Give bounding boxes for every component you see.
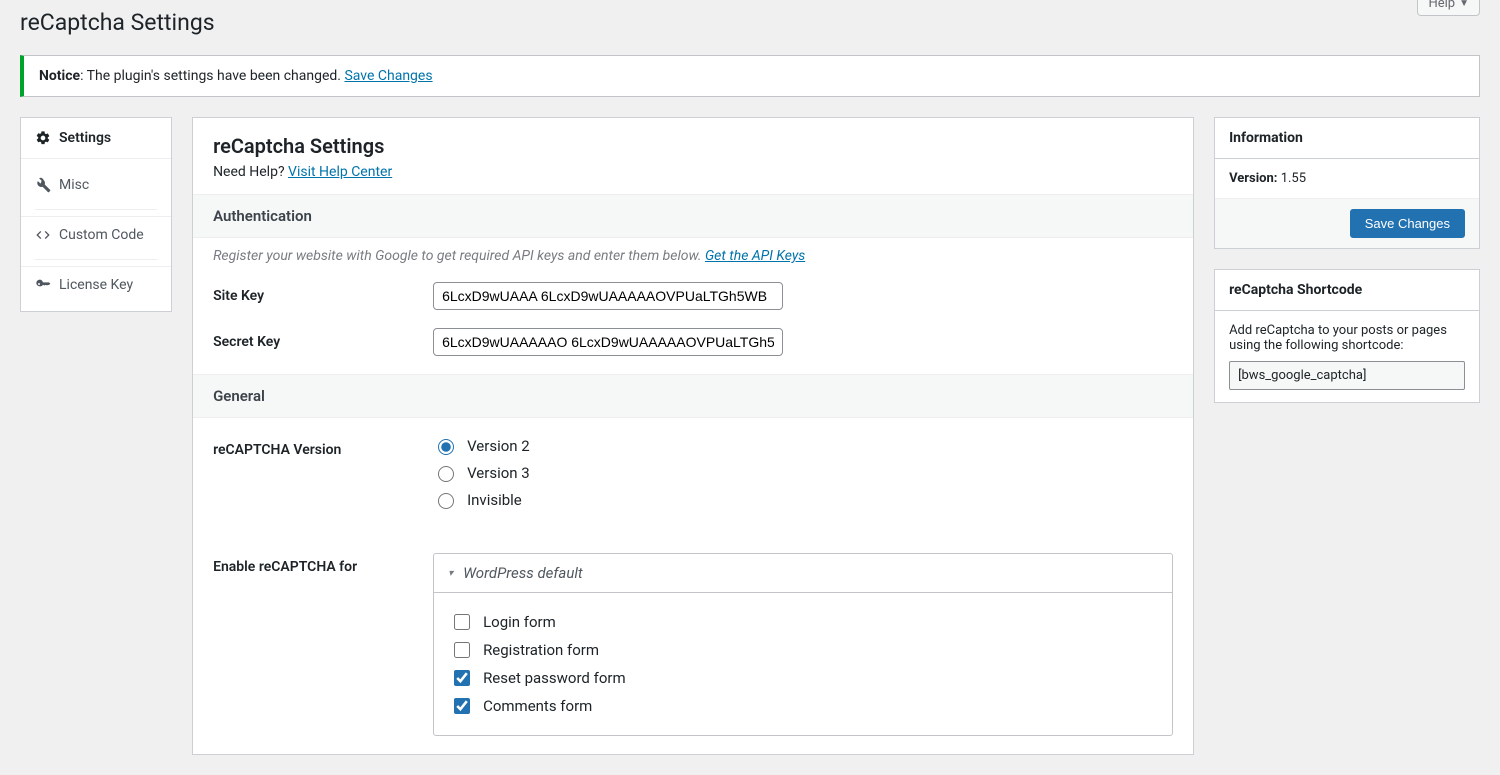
nav-label-custom-code: Custom Code [59,227,144,243]
help-tab[interactable]: Help ▼ [1417,0,1480,16]
caret-down-icon: ▼ [1459,0,1469,9]
accordion-head-wp-default[interactable]: ▾ WordPress default [434,554,1172,593]
check-comments-form[interactable]: Comments form [450,695,1156,717]
nav-label-license-key: License Key [59,277,133,293]
notice-save-link[interactable]: Save Changes [344,68,432,84]
notice-banner: Notice: The plugin's settings have been … [20,55,1480,97]
check-comments-form-label: Comments form [483,697,592,715]
nav-item-misc[interactable]: Misc [21,167,171,203]
info-header: Information [1215,118,1479,159]
radio-version-3[interactable]: Version 3 [433,463,1173,482]
radio-version-3-input[interactable] [438,466,454,482]
radio-version-invisible[interactable]: Invisible [433,490,1173,509]
check-login-form-input[interactable] [454,614,470,630]
check-login-form[interactable]: Login form [450,611,1156,633]
check-reset-password-form-input[interactable] [454,670,470,686]
nav-item-license-key[interactable]: License Key [21,266,171,303]
site-key-input[interactable] [433,282,783,310]
version-value: 1.55 [1281,171,1306,186]
forms-accordion: ▾ WordPress default Login form Registrat… [433,553,1173,736]
get-api-keys-link[interactable]: Get the API Keys [705,248,805,264]
shortcode-desc: Add reCaptcha to your posts or pages usi… [1229,323,1465,353]
nav-label-misc: Misc [59,177,89,193]
check-registration-form[interactable]: Registration form [450,639,1156,661]
save-changes-button[interactable]: Save Changes [1350,209,1465,238]
notice-label: Notice [39,68,80,84]
shortcode-box: reCaptcha Shortcode Add reCaptcha to you… [1214,269,1480,403]
site-key-label: Site Key [213,282,433,304]
triangle-down-icon: ▾ [448,568,453,579]
gear-icon [35,130,51,146]
check-reset-password-form[interactable]: Reset password form [450,667,1156,689]
auth-desc: Register your website with Google to get… [213,248,705,264]
section-auth-header: Authentication [193,194,1193,238]
help-tab-label: Help [1428,0,1455,11]
nav-label-settings: Settings [59,130,111,146]
radio-version-3-label: Version 3 [467,464,530,482]
settings-nav: Settings Misc Custom Code [20,117,172,312]
shortcode-code[interactable]: [bws_google_captcha] [1229,361,1465,390]
nav-item-settings[interactable]: Settings [21,118,171,158]
secret-key-input[interactable] [433,328,783,356]
panel-title: reCaptcha Settings [213,134,1173,158]
radio-version-invisible-input[interactable] [438,493,454,509]
accordion-head-label: WordPress default [463,564,583,582]
check-registration-form-label: Registration form [483,641,599,659]
nav-item-custom-code[interactable]: Custom Code [21,216,171,253]
radio-version-2[interactable]: Version 2 [433,436,1173,455]
key-icon [35,277,51,293]
radio-version-invisible-label: Invisible [467,491,522,509]
check-login-form-label: Login form [483,613,556,631]
check-comments-form-input[interactable] [454,698,470,714]
wrench-icon [35,177,51,193]
code-icon [35,227,51,243]
radio-version-2-label: Version 2 [467,437,530,455]
info-box: Information Version: 1.55 Save Changes [1214,117,1480,249]
version-label: reCAPTCHA Version [213,436,433,458]
version-label: Version: [1229,171,1277,186]
need-help-text: Need Help? [213,164,288,180]
check-reset-password-form-label: Reset password form [483,669,626,687]
shortcode-header: reCaptcha Shortcode [1215,270,1479,311]
radio-version-2-input[interactable] [438,439,454,455]
section-general-header: General [193,374,1193,418]
enable-for-label: Enable reCAPTCHA for [213,553,433,575]
help-center-link[interactable]: Visit Help Center [288,164,392,180]
secret-key-label: Secret Key [213,328,433,350]
page-title: reCaptcha Settings [20,0,215,40]
notice-text: : The plugin's settings have been change… [80,68,344,84]
main-panel: reCaptcha Settings Need Help? Visit Help… [192,117,1194,755]
check-registration-form-input[interactable] [454,642,470,658]
